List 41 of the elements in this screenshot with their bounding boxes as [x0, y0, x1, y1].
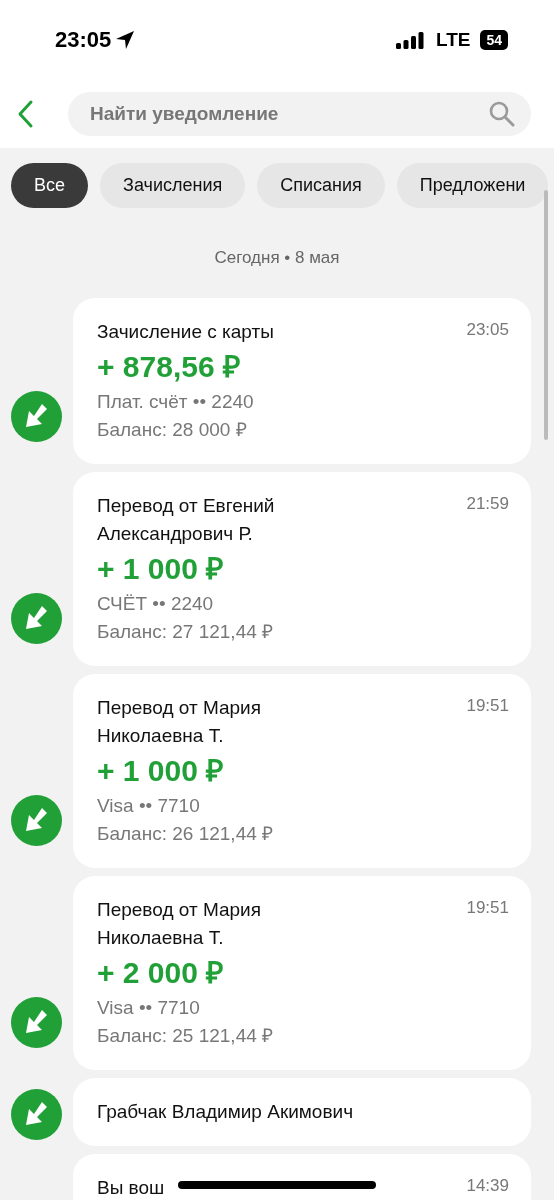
notification-card[interactable]: Вы вош 14:39 — [73, 1154, 531, 1200]
balance-text: Баланс: 27 121,44 ₽ — [97, 620, 275, 644]
notification-title: Вы вош — [97, 1176, 165, 1200]
notification-title: Перевод от Евгений Александрович Р. — [97, 494, 276, 546]
notification-card[interactable]: Перевод от Мария Николаевна Т. 19:51 + 2 000 ₽ Visa •• 7710 Баланс: 25 121,44 ₽ — [73, 876, 531, 1070]
battery-level: 54 — [480, 30, 508, 50]
filter-chip[interactable]: Списания — [257, 163, 385, 208]
filter-chip[interactable]: Предложени — [396, 163, 549, 208]
date-header: Сегодня • 8 мая — [213, 248, 341, 268]
account-text: Visa •• 7710 — [97, 996, 201, 1020]
location-arrow-icon — [115, 30, 136, 50]
search-icon — [489, 101, 515, 127]
notification-time: 23:05 — [466, 319, 509, 341]
notification-title: Зачисление с карты — [97, 320, 274, 344]
account-text: Visa •• 7710 — [97, 794, 201, 818]
notification-card[interactable]: Перевод от Мария Николаевна Т. 19:51 + 1 000 ₽ Visa •• 7710 Баланс: 26 121,44 ₽ — [73, 674, 531, 868]
network-type: LTE — [435, 29, 471, 51]
notification-time: 19:51 — [466, 695, 509, 717]
notification-title: Грабчак Владимир Акимович — [97, 1100, 354, 1124]
notification-time: 19:51 — [466, 897, 509, 919]
amount-text: + 2 000 ₽ — [97, 955, 225, 991]
filter-chip[interactable]: Все — [11, 163, 89, 208]
notification-title: Перевод от Мария Николаевна Т. — [97, 898, 262, 950]
notification-time: 14:39 — [466, 1175, 509, 1197]
notification-card[interactable]: Грабчак Владимир Акимович — [73, 1078, 531, 1146]
filter-chip[interactable]: Зачисления — [100, 163, 246, 208]
signal-icon — [395, 31, 424, 49]
notification-time: 21:59 — [466, 493, 509, 515]
account-text: СЧЁТ •• 2240 — [97, 592, 215, 616]
search-field[interactable]: Найти уведомление — [68, 92, 531, 136]
account-text: Плат. счёт •• 2240 — [97, 390, 255, 414]
balance-text: Баланс: 28 000 ₽ — [97, 418, 248, 442]
amount-text: + 1 000 ₽ — [97, 753, 225, 789]
notification-card[interactable]: Зачисление с карты 23:05 + 878,56 ₽ Плат. счёт •• 2240 Баланс: 28 000 ₽ — [73, 298, 531, 464]
amount-text: + 1 000 ₽ — [97, 551, 225, 587]
notification-title: Перевод от Мария Николаевна Т. — [97, 696, 262, 748]
notification-card[interactable]: Перевод от Евгений Александрович Р. 21:59 + 1 000 ₽ СЧЁТ •• 2240 Баланс: 27 121,44 ₽ — [73, 472, 531, 666]
balance-text: Баланс: 26 121,44 ₽ — [97, 822, 275, 846]
clock-time: 23:05 — [55, 27, 112, 53]
balance-text: Баланс: 25 121,44 ₽ — [97, 1024, 275, 1048]
amount-text: + 878,56 ₽ — [97, 349, 241, 385]
